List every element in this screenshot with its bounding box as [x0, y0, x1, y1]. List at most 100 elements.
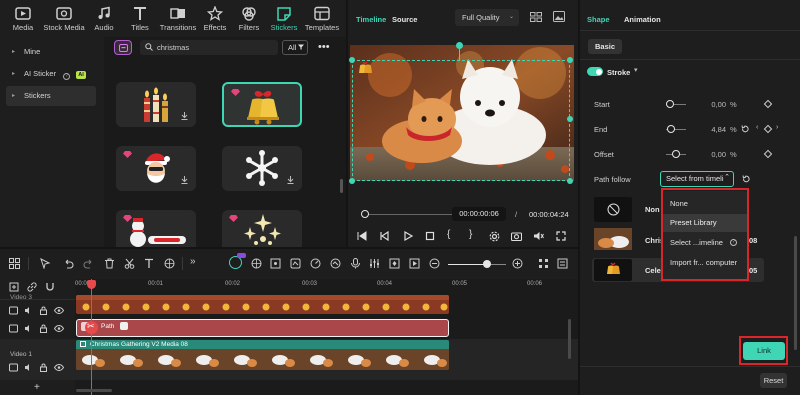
resize-handle-top-left[interactable] — [349, 57, 355, 63]
track-visibility-eye-icon[interactable] — [54, 324, 64, 333]
start-value[interactable]: 0,00 — [694, 100, 726, 109]
sticker-card-santa[interactable] — [116, 146, 196, 191]
zoom-out-icon[interactable] — [429, 258, 440, 269]
offset-value[interactable]: 0,00 — [694, 150, 726, 159]
camera-snapshot-icon[interactable] — [511, 231, 522, 241]
multicam-icon[interactable] — [251, 258, 262, 269]
prev-keyframe-icon[interactable]: ‹ — [756, 124, 758, 131]
playback-scrubber[interactable] — [362, 214, 458, 215]
track-visibility-eye-icon[interactable] — [54, 363, 64, 372]
reset-button[interactable]: Reset — [760, 373, 787, 388]
mark-in-icon[interactable]: { — [447, 229, 450, 240]
speed-icon[interactable] — [310, 258, 321, 269]
keyframe-panel-icon[interactable] — [389, 258, 400, 269]
step-back-icon[interactable] — [380, 231, 390, 241]
tab-source[interactable]: Source — [392, 15, 417, 24]
track-header-video1[interactable] — [0, 339, 75, 380]
download-icon[interactable] — [287, 176, 294, 184]
crop-icon[interactable] — [164, 258, 175, 269]
sticker-category-button[interactable] — [114, 40, 132, 55]
filter-dropdown[interactable]: All — [282, 40, 308, 55]
props-scrollbar[interactable] — [794, 236, 797, 350]
sticker-clip[interactable] — [76, 295, 449, 314]
path-thumb-celebrate[interactable] — [594, 259, 632, 281]
render-preview-icon[interactable] — [409, 258, 420, 269]
motion-tracking-icon[interactable] — [270, 258, 281, 269]
more-options-icon[interactable]: ••• — [318, 42, 330, 53]
download-icon[interactable] — [181, 176, 188, 184]
split-scissors-icon[interactable] — [124, 258, 135, 269]
path-clip[interactable]: Path — [76, 319, 449, 337]
search-input[interactable]: christmas — [157, 43, 189, 52]
more-grid-icon[interactable] — [538, 258, 549, 269]
resize-handle-bottom-left[interactable] — [349, 178, 355, 184]
path-thumb-none[interactable] — [594, 197, 632, 222]
previous-frame-icon[interactable] — [357, 231, 367, 241]
path-thumb-christmas[interactable] — [594, 228, 632, 250]
audio-mixer-icon[interactable] — [369, 258, 380, 269]
redo-icon[interactable] — [83, 258, 94, 269]
toolbar-transitions[interactable]: Transitions — [157, 3, 199, 32]
playhead-line[interactable] — [91, 279, 92, 395]
reset-path-icon[interactable] — [742, 175, 750, 183]
tab-animation[interactable]: Animation — [624, 15, 661, 24]
nav-item-ai-sticker[interactable]: ▸ AI Sticker ? AI — [6, 64, 96, 84]
end-value[interactable]: 4,84 — [694, 125, 726, 134]
grid-scrollbar[interactable] — [340, 179, 343, 193]
expand-more-icon[interactable]: » — [190, 256, 196, 267]
track-lock-icon[interactable] — [39, 324, 48, 333]
bell-sticker-on-canvas-icon[interactable] — [356, 62, 374, 76]
color-match-icon[interactable] — [290, 258, 301, 269]
track-audio-icon[interactable] — [24, 363, 33, 372]
path-follow-select[interactable]: Select from timeli ⌃ — [660, 171, 734, 187]
resize-handle-top-right[interactable] — [567, 57, 573, 63]
start-keyframe-icon[interactable] — [763, 99, 773, 109]
start-slider-knob[interactable] — [666, 100, 674, 108]
sticker-card-snowman[interactable] — [116, 210, 196, 247]
sticker-card-bells[interactable] — [222, 82, 302, 127]
track-lock-icon[interactable] — [39, 363, 48, 372]
track-audio-icon[interactable] — [24, 324, 33, 333]
search-field[interactable]: christmas — [140, 40, 278, 55]
offset-slider-knob[interactable] — [672, 150, 680, 158]
layout-grid-icon[interactable] — [9, 258, 20, 269]
toolbar-stock-media[interactable]: Stock Media — [43, 3, 85, 32]
timeline-horizontal-scrollbar[interactable] — [76, 389, 112, 392]
mark-out-icon[interactable]: } — [469, 229, 472, 240]
playhead-handle[interactable] — [87, 280, 96, 289]
select-pointer-icon[interactable] — [40, 258, 51, 269]
next-keyframe-icon[interactable]: › — [776, 124, 778, 131]
zoom-in-icon[interactable] — [512, 258, 523, 269]
stroke-toggle[interactable] — [587, 67, 603, 76]
sticker-card-snowflake[interactable] — [222, 146, 302, 191]
nav-item-mine[interactable]: ▸ Mine — [6, 42, 96, 62]
toolbar-stickers[interactable]: Stickers — [264, 3, 304, 32]
path-item-celebrate-label[interactable]: Cele — [645, 266, 661, 275]
microphone-icon[interactable] — [350, 258, 361, 269]
toolbar-titles[interactable]: Titles — [120, 3, 160, 32]
offset-keyframe-icon[interactable] — [763, 149, 773, 159]
video-clip[interactable]: Christmas Gathering V2 Media 08 — [76, 340, 449, 370]
rotate-handle[interactable] — [456, 42, 463, 49]
toolbar-filters[interactable]: Filters — [229, 3, 269, 32]
selection-bounding-box[interactable] — [352, 60, 570, 181]
track-audio-icon[interactable] — [24, 306, 33, 315]
link-tracks-icon[interactable] — [27, 282, 37, 292]
nav-item-stickers[interactable]: ▸ Stickers — [6, 86, 96, 106]
add-track-plus-icon[interactable]: + — [34, 382, 40, 393]
add-track-icon[interactable] — [9, 282, 19, 292]
snapshot-image-icon[interactable] — [553, 11, 565, 22]
delete-trash-icon[interactable] — [104, 258, 115, 269]
quality-dropdown[interactable]: Full Quality ⌄ — [455, 9, 519, 26]
path-item-none-label[interactable]: Non — [645, 205, 660, 214]
sticker-card-candles[interactable] — [116, 82, 196, 127]
volume-icon[interactable] — [533, 231, 544, 241]
magnet-snap-icon[interactable] — [45, 282, 55, 292]
fullscreen-icon[interactable] — [556, 231, 566, 241]
tab-timeline[interactable]: Timeline — [356, 15, 386, 24]
end-keyframe-icon[interactable] — [763, 124, 773, 134]
play-icon[interactable] — [403, 231, 413, 241]
toolbar-audio[interactable]: Audio — [84, 3, 124, 32]
zoom-slider-knob[interactable] — [483, 260, 491, 268]
resize-handle-right[interactable] — [567, 116, 573, 122]
